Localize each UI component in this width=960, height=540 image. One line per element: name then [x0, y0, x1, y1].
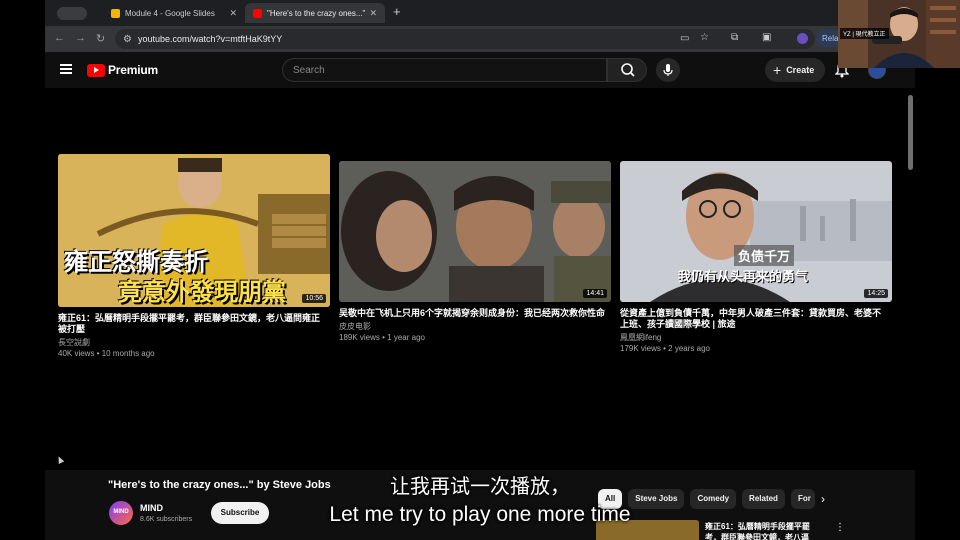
slides-icon	[111, 8, 120, 18]
create-button[interactable]: + Create	[765, 58, 825, 82]
video-title[interactable]: 吴敬中在飞机上只用6个字就揭穿余则成身份：我已经两次救你性命	[339, 308, 607, 319]
side-panel-icon[interactable]: ▣	[762, 32, 771, 43]
subtitle-chinese: 让我再试一次播放，	[390, 474, 570, 498]
youtube-icon	[253, 8, 262, 18]
plus-icon: +	[773, 62, 782, 78]
tab-bar: Module 4 - Google Slides ✕ "Here's to th…	[45, 0, 915, 26]
endscreen-card-1[interactable]: 雍正怒撕奏折 竟意外發現朋黨 10:56 雍正61：弘曆精明手段擺平罷考，群臣聯…	[58, 154, 330, 358]
video-thumbnail[interactable]: 雍正怒撕奏折 竟意外發現朋黨 10:56	[58, 154, 330, 307]
video-meta: 40K views • 10 months ago	[58, 349, 155, 358]
mic-icon	[663, 64, 673, 76]
video-title[interactable]: 從資產上億到負債千萬，中年男人破產三件套：貸款買房、老婆不上班、孩子讀國際學校 …	[620, 308, 888, 330]
profile-avatar[interactable]	[797, 33, 808, 44]
video-meta: 189K views • 1 year ago	[339, 333, 425, 342]
mouse-cursor	[55, 455, 65, 464]
address-bar-row: ← → ↻ ⚙ youtube.com/watch?v=mtftHaK9tYY …	[45, 26, 915, 52]
tab-title: "Here's to the crazy ones..." by Steve J…	[267, 8, 366, 18]
extensions-icon[interactable]: ⧉	[731, 32, 738, 43]
channel-name[interactable]: 長空說劇	[58, 337, 330, 348]
tab-google-slides[interactable]: Module 4 - Google Slides ✕	[103, 3, 245, 23]
forward-icon[interactable]: →	[75, 32, 86, 44]
screen: Module 4 - Google Slides ✕ "Here's to th…	[0, 0, 960, 540]
menu-icon[interactable]	[60, 64, 72, 74]
cast-icon[interactable]: ▭	[680, 33, 689, 44]
search-input[interactable]: Search	[282, 58, 607, 82]
webcam-overlay: YZ | 現代教立正	[838, 0, 960, 68]
video-title[interactable]: 雍正61：弘曆精明手段擺平罷考，群臣聯參田文鏡，老八逼問雍正被打壓	[58, 313, 326, 335]
video-thumbnail[interactable]: 14:41	[339, 161, 611, 302]
url-text: youtube.com/watch?v=mtftHaK9tYY	[137, 34, 283, 44]
search-button[interactable]	[607, 58, 647, 82]
video-meta: 179K views • 2 years ago	[620, 344, 710, 353]
new-tab-button[interactable]: +	[393, 4, 401, 19]
duration-badge: 10:56	[302, 294, 326, 303]
bookmark-star-icon[interactable]: ☆	[700, 32, 709, 43]
reload-icon[interactable]: ↻	[96, 32, 105, 45]
back-icon[interactable]: ←	[54, 32, 65, 44]
duration-badge: 14:41	[583, 289, 607, 298]
browser-window: Module 4 - Google Slides ✕ "Here's to th…	[45, 0, 915, 540]
channel-name[interactable]: 皮皮电影	[339, 321, 611, 332]
duration-badge: 14:25	[864, 289, 888, 298]
omnibox[interactable]: ⚙ youtube.com/watch?v=mtftHaK9tYY	[115, 29, 815, 49]
webcam-label: YZ | 現代教立正	[840, 28, 889, 39]
subtitle-english: Let me try to play one more time	[329, 503, 631, 526]
video-player-endscreen[interactable]: 雍正怒撕奏折 竟意外發現朋黨 10:56 雍正61：弘曆精明手段擺平罷考，群臣聯…	[45, 88, 915, 470]
close-tab-icon[interactable]: ✕	[229, 8, 237, 19]
search-icon	[621, 63, 635, 77]
thumbnail-image	[339, 161, 611, 302]
youtube-play-icon	[87, 63, 105, 77]
site-info-icon[interactable]: ⚙	[123, 34, 132, 45]
endscreen-card-3[interactable]: 负债千万 我仍有从头再来的勇气 14:25 從資產上億到負債千萬，中年男人破產三…	[620, 161, 892, 353]
thumbnail-overlay-line1: 负债千万	[734, 245, 795, 266]
video-thumbnail[interactable]: 负债千万 我仍有从头再来的勇气 14:25	[620, 161, 892, 302]
channel-name[interactable]: 鳳凰網ifeng	[620, 332, 892, 343]
logo-text: Premium	[108, 63, 158, 77]
scrollbar-thumb[interactable]	[908, 95, 913, 170]
youtube-header: Premium Search + Create	[45, 52, 915, 88]
close-tab-icon[interactable]: ✕	[369, 8, 377, 19]
youtube-logo[interactable]: Premium	[87, 63, 158, 77]
create-label: Create	[786, 65, 815, 75]
tab-youtube[interactable]: "Here's to the crazy ones..." by Steve J…	[245, 3, 385, 23]
endscreen-card-2[interactable]: 14:41 吴敬中在飞机上只用6个字就揭穿余则成身份：我已经两次救你性命 皮皮电…	[339, 161, 611, 342]
window-controls[interactable]	[57, 7, 87, 20]
thumbnail-overlay-line2: 竟意外發現朋黨	[118, 278, 286, 306]
voice-search-button[interactable]	[656, 58, 680, 82]
tab-title: Module 4 - Google Slides	[125, 8, 215, 18]
thumbnail-overlay-line2: 我仍有从头再来的勇气	[678, 270, 809, 285]
